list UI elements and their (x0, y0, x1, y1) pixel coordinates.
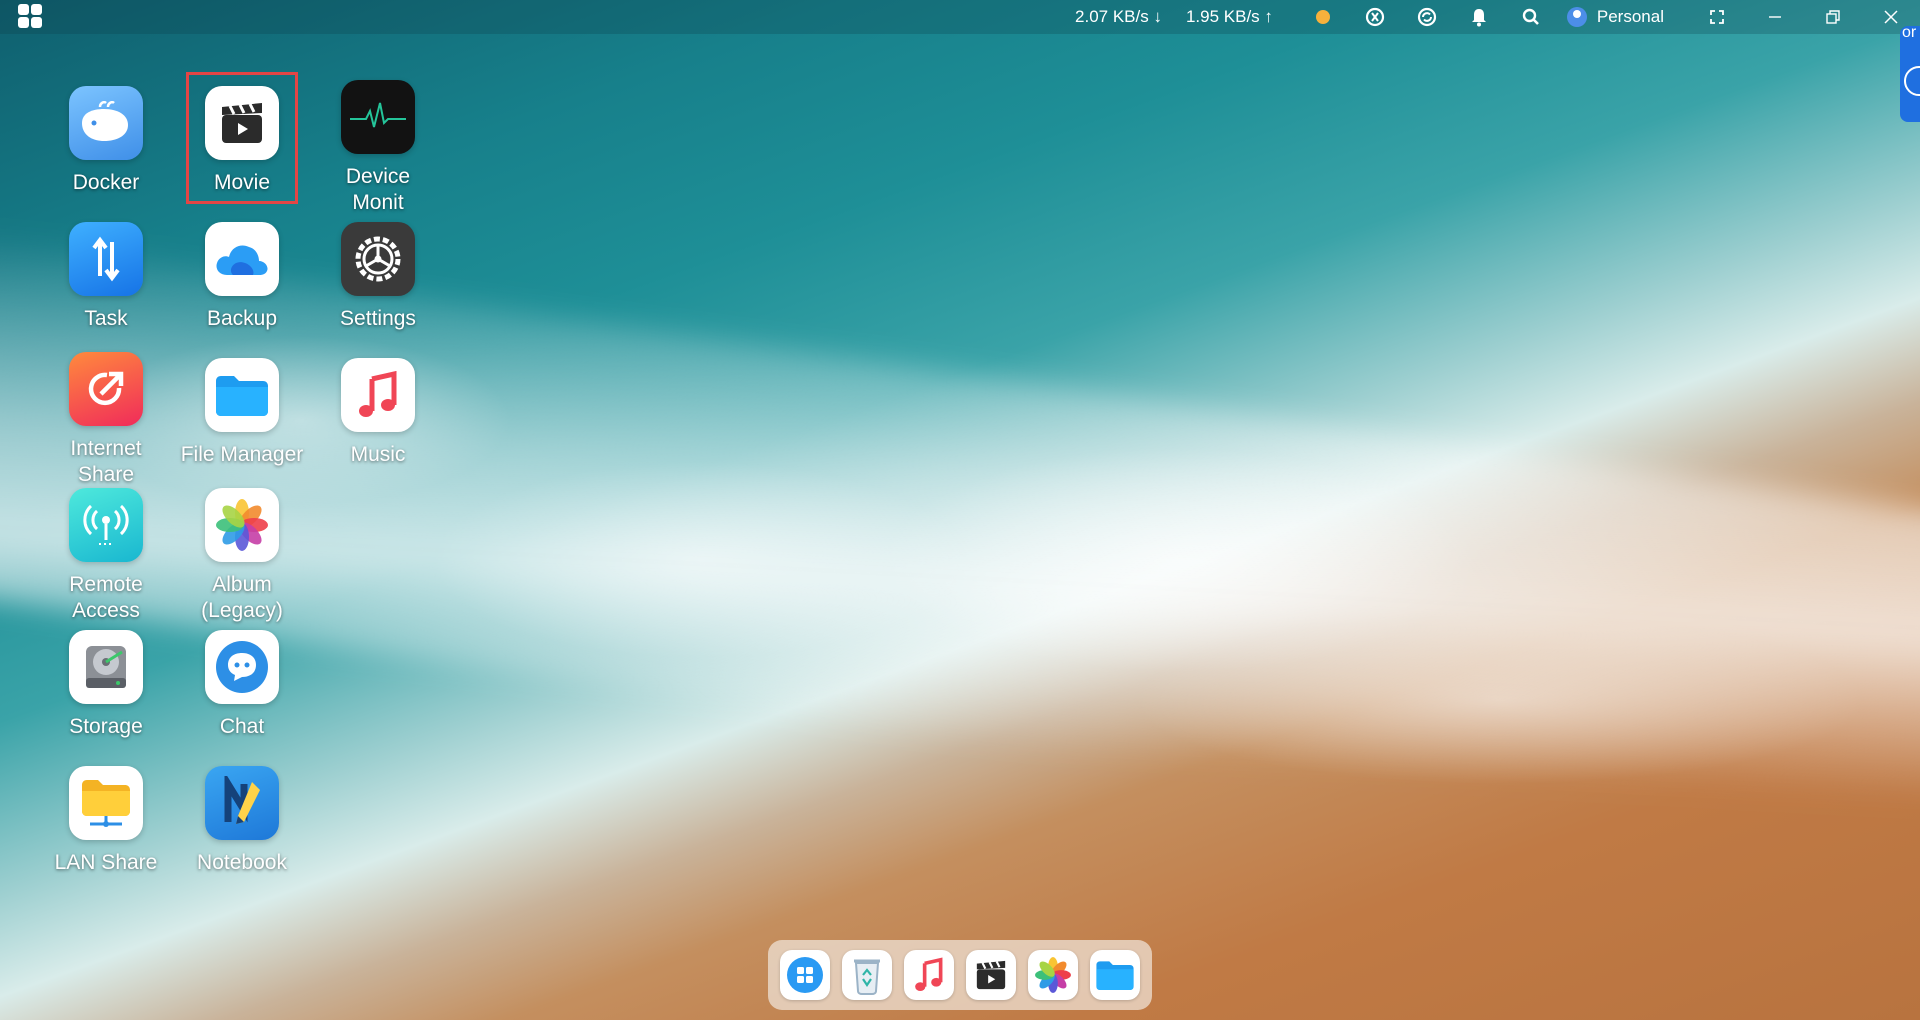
app-label: Backup (206, 307, 278, 330)
photos-flower-icon (205, 488, 279, 562)
minimize-button[interactable] (1746, 0, 1804, 34)
desktop: 2.07 KB/s ↓ 1.95 KB/s ↑ Personal or Dock… (0, 0, 1920, 1020)
app-label: Device Monit (345, 165, 411, 214)
app-docker[interactable]: Docker (46, 86, 166, 196)
app-launcher-icon[interactable] (780, 950, 830, 1000)
app-label: Remote Access (69, 573, 143, 622)
gear-icon (341, 222, 415, 296)
fullscreen-button[interactable] (1688, 0, 1746, 34)
app-backup[interactable]: Backup (182, 222, 302, 332)
folder-icon[interactable] (1090, 950, 1140, 1000)
music-note-icon[interactable] (904, 950, 954, 1000)
edge-widget[interactable]: or (1900, 24, 1920, 122)
search-icon[interactable] (1519, 5, 1543, 29)
app-movie[interactable]: Movie (182, 86, 302, 196)
download-speed: 2.07 KB/s ↓ (1075, 7, 1162, 26)
app-internet-share[interactable]: Internet Share (46, 352, 166, 488)
heartbeat-monitor-icon (341, 80, 415, 154)
transfer-arrows-icon (69, 222, 143, 296)
dock (768, 940, 1152, 1010)
app-album-legacy[interactable]: Album (Legacy) (182, 488, 302, 624)
edge-widget-text: or (1902, 24, 1917, 41)
app-remote-access[interactable]: Remote Access (46, 488, 166, 624)
lan-folder-icon (69, 766, 143, 840)
recycle-bin-icon[interactable] (842, 950, 892, 1000)
app-label: Movie (213, 171, 271, 194)
photos-flower-icon[interactable] (1028, 950, 1078, 1000)
avatar-icon (1566, 7, 1587, 27)
app-label: Album (Legacy) (201, 573, 283, 622)
share-arrow-icon (69, 352, 143, 426)
app-label: File Manager (180, 443, 304, 466)
whale-icon (69, 86, 143, 160)
app-settings[interactable]: Settings (318, 222, 438, 332)
user-label: Personal (1596, 7, 1664, 26)
notebook-icon (205, 766, 279, 840)
app-chat[interactable]: Chat (182, 630, 302, 740)
app-label: LAN Share (54, 851, 158, 874)
app-label: Notebook (197, 851, 287, 874)
app-label: Docker (72, 171, 140, 194)
app-storage[interactable]: Storage (46, 630, 166, 740)
app-label: Storage (69, 715, 143, 738)
app-music[interactable]: Music (318, 358, 438, 468)
status-dot-icon[interactable] (1311, 5, 1335, 29)
music-note-icon (341, 358, 415, 432)
hard-drive-icon (69, 630, 143, 704)
app-label: Settings (340, 307, 416, 330)
app-task[interactable]: Task (46, 222, 166, 332)
top-bar: 2.07 KB/s ↓ 1.95 KB/s ↑ Personal (0, 0, 1920, 34)
restore-button[interactable] (1804, 0, 1862, 34)
app-device-monitor[interactable]: Device Monit (318, 80, 438, 216)
edge-widget-circle-icon (1904, 66, 1920, 96)
system-tray: 2.07 KB/s ↓ 1.95 KB/s ↑ Personal (1075, 0, 1920, 34)
refresh-icon[interactable] (1415, 5, 1439, 29)
app-notebook[interactable]: Notebook (182, 766, 302, 876)
antenna-icon (69, 488, 143, 562)
app-label: Internet Share (70, 437, 142, 486)
app-file-manager[interactable]: File Manager (181, 358, 303, 468)
bell-icon[interactable] (1467, 5, 1491, 29)
cloud-icon (205, 222, 279, 296)
app-label: Task (84, 307, 128, 330)
app-label: Chat (219, 715, 265, 738)
app-lan-share[interactable]: LAN Share (46, 766, 166, 876)
user-menu[interactable]: Personal (1566, 7, 1664, 27)
upload-speed: 1.95 KB/s ↑ (1185, 7, 1273, 26)
clapperboard-icon[interactable] (966, 950, 1016, 1000)
chat-bubble-icon (205, 630, 279, 704)
app-label: Music (350, 443, 406, 466)
start-menu-icon[interactable] (18, 4, 42, 28)
folder-icon (205, 358, 279, 432)
clapperboard-icon (205, 86, 279, 160)
sync-icon[interactable] (1363, 5, 1387, 29)
